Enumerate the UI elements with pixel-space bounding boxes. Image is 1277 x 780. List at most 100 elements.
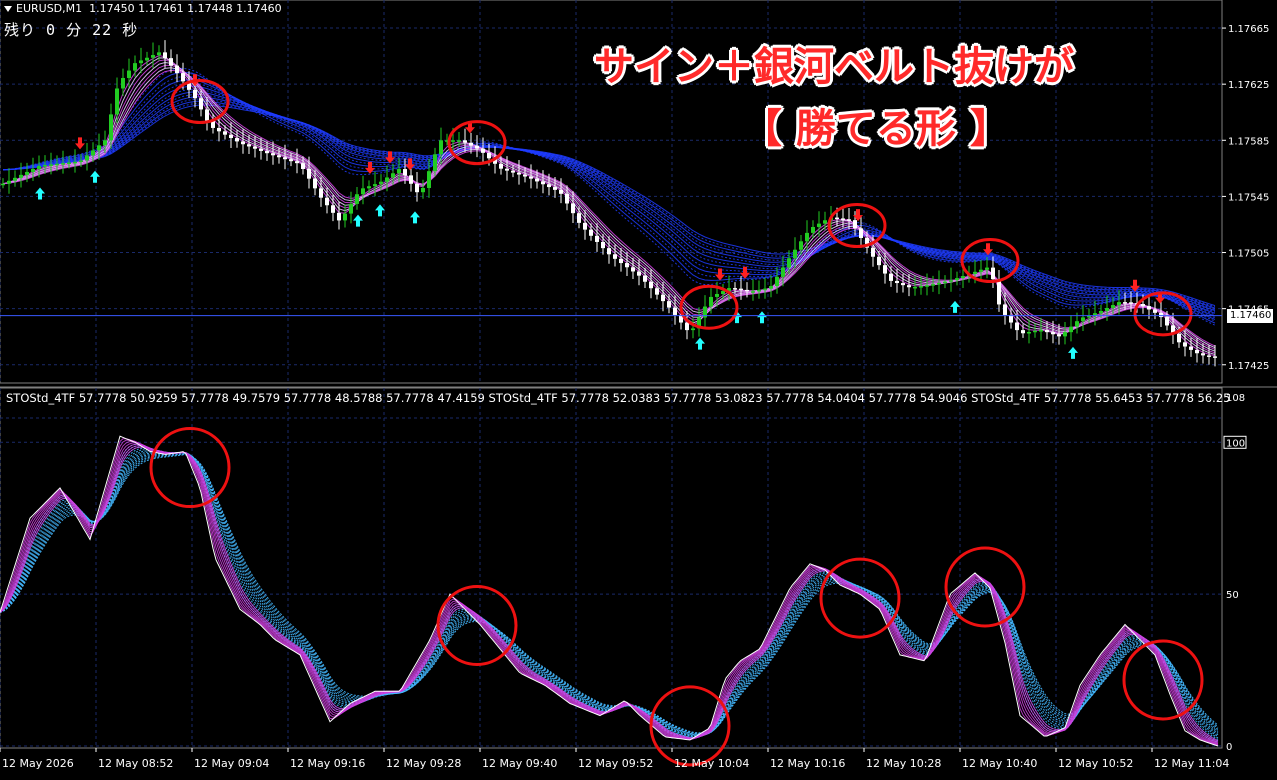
candle-body (457, 140, 461, 142)
candle-body (1027, 332, 1031, 334)
candle-body (847, 219, 851, 221)
candle-body (469, 142, 473, 146)
dropdown-triangle-icon[interactable] (4, 6, 12, 12)
chart-canvas[interactable]: 1.17665 1.17625 1.17585 1.17545 1.17505 1.174… (0, 0, 1277, 780)
candle-body (409, 175, 413, 184)
x-tick-label: 12 May 10:28 (866, 757, 941, 770)
x-tick-label: 12 May 10:52 (1058, 757, 1133, 770)
candle-body (325, 197, 329, 206)
candle-body (397, 169, 401, 174)
annotation-headline: サイン＋銀河ベルト抜けが (594, 44, 1074, 90)
candle-body (373, 184, 377, 187)
candle-body (553, 187, 557, 190)
candle-body (43, 165, 47, 167)
highlight-circle (149, 427, 231, 509)
candle-body (337, 212, 341, 221)
x-tick-label: 12 May 10:04 (674, 757, 749, 770)
candle-body (619, 258, 623, 264)
candle-body (427, 171, 431, 188)
candle-body (901, 283, 905, 286)
candle-body (991, 267, 995, 280)
candle-body (391, 173, 395, 178)
candle-body (607, 248, 611, 255)
candle-body (745, 289, 749, 292)
candle-body (1189, 346, 1193, 350)
sto-magenta-line (0, 442, 1219, 745)
candle-body (1207, 355, 1211, 357)
candle-body (481, 148, 485, 153)
candle-body (217, 127, 221, 132)
candle-body (163, 52, 167, 59)
candle-body (49, 164, 53, 166)
x-tick-label: 12 May 09:40 (482, 757, 557, 770)
candle-body (649, 281, 653, 289)
candle-body (1117, 302, 1121, 306)
candle-body (889, 273, 893, 281)
x-tick-label: 12 May 10:16 (770, 757, 845, 770)
candle-body (907, 285, 911, 288)
candle-body (367, 186, 371, 189)
candle-body (271, 153, 275, 156)
sto-magenta-line (0, 443, 1219, 744)
candle-body (733, 288, 737, 290)
candle-body (931, 284, 935, 286)
candle-body (835, 217, 839, 220)
candle-body (289, 159, 293, 162)
sto-cyan-line (0, 443, 1219, 744)
magenta-ribbon (2, 54, 1216, 357)
candle-body (709, 296, 713, 307)
candle-body (775, 276, 779, 287)
buy-arrow-icon (90, 170, 100, 183)
candle-body (7, 180, 11, 184)
candle-body (157, 52, 161, 56)
candle-body (223, 131, 227, 135)
candle-body (1015, 322, 1019, 331)
candle-body (451, 140, 455, 142)
candle-body (625, 263, 629, 268)
candle-body (355, 194, 359, 204)
x-tick-label: 12 May 11:04 (1154, 757, 1229, 770)
candle-body (895, 280, 899, 284)
candle-body (1063, 332, 1067, 337)
candle-body (235, 138, 239, 142)
ribbon-line (2, 67, 1216, 349)
candle-body (739, 288, 743, 291)
candle-body (241, 141, 245, 145)
candle-body (301, 163, 305, 169)
annotation-subline: 【 勝てる形 】 (742, 106, 1010, 152)
candle-body (19, 174, 23, 178)
ribbon-line (2, 57, 1216, 355)
y-tick-label: 50 (1226, 590, 1239, 601)
y-tick-label: 1.17505 (1228, 249, 1269, 260)
candle-body (925, 285, 929, 287)
ribbon-line (2, 54, 1216, 357)
candle-body (115, 88, 119, 115)
candle-body (1183, 342, 1187, 347)
buy-arrow-icon (695, 337, 705, 350)
candle-body (523, 174, 527, 177)
candle-body (937, 282, 941, 285)
symbol-label: EURUSD,M1 (16, 2, 83, 15)
candle-body (577, 213, 581, 223)
candle-body (1159, 312, 1163, 318)
candle-body (541, 181, 545, 185)
candle-body (79, 160, 83, 162)
candle-body (529, 176, 533, 179)
candle-body (1033, 330, 1037, 333)
candle-body (685, 322, 689, 331)
candle-body (181, 73, 185, 82)
belt-line (2, 91, 1216, 314)
candle-body (1021, 330, 1025, 334)
candle-body (781, 267, 785, 277)
candle-body (589, 229, 593, 236)
candle-body (73, 161, 77, 164)
candle-body (91, 150, 95, 156)
candle-body (1075, 321, 1079, 327)
candle-body (763, 288, 767, 291)
candle-body (313, 178, 317, 189)
candle-body (691, 328, 695, 331)
candle-body (487, 152, 491, 159)
candle-body (769, 286, 773, 289)
candle-body (55, 163, 59, 166)
candle-body (151, 55, 155, 58)
